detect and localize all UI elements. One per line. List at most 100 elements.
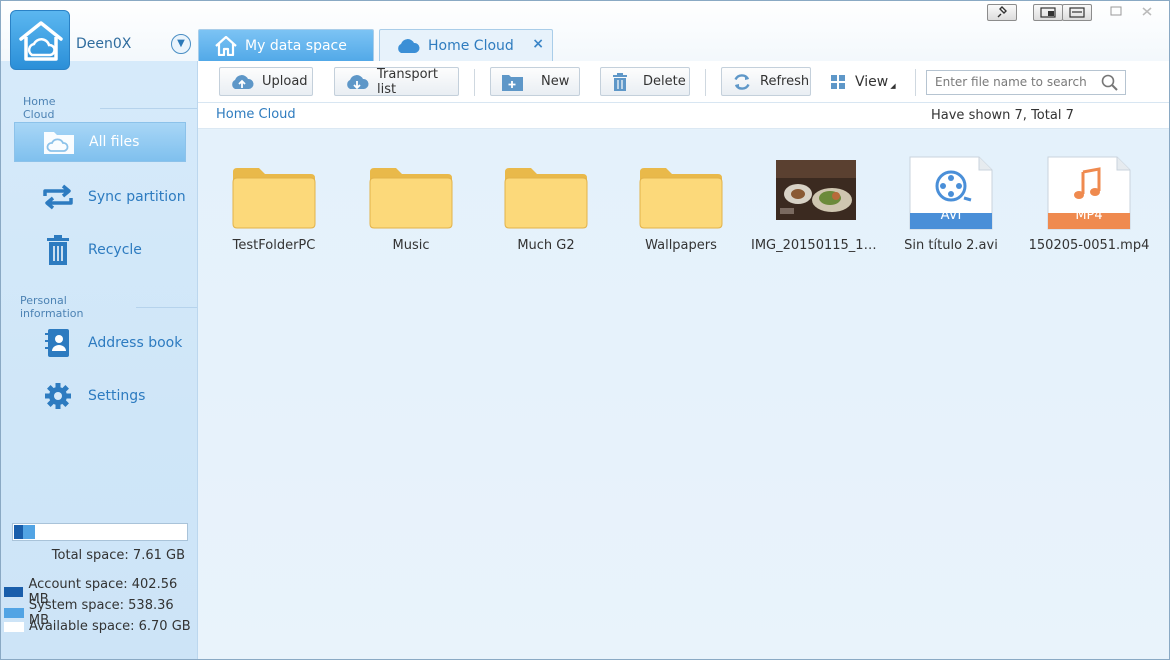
maximize-button[interactable] bbox=[1108, 4, 1126, 21]
skin-button[interactable] bbox=[1062, 4, 1092, 21]
file-item-image[interactable]: IMG_20150115_10... bbox=[751, 150, 881, 260]
legend-available-space: Available space: 6.70 GB bbox=[4, 619, 191, 634]
mini-window-icon bbox=[1040, 7, 1056, 18]
file-name: 150205-0051.mp4 bbox=[1028, 238, 1150, 253]
title-bar: Deen0X ▼ My data space Home Cloud × bbox=[1, 1, 1169, 70]
mp4-badge-label: MP4 bbox=[1075, 208, 1103, 223]
new-folder-button[interactable]: New bbox=[490, 67, 580, 96]
button-label: Upload bbox=[262, 74, 308, 89]
sidebar-item-sync-partition[interactable]: Sync partition bbox=[14, 177, 186, 217]
sync-icon bbox=[34, 184, 82, 210]
folder-icon bbox=[504, 168, 588, 229]
system-space-fill bbox=[23, 525, 35, 539]
sidebar-item-label: Recycle bbox=[88, 242, 142, 258]
trash-icon bbox=[34, 234, 82, 266]
legend-label: Available space: 6.70 GB bbox=[29, 619, 191, 634]
new-folder-icon bbox=[501, 72, 525, 92]
file-name: Much G2 bbox=[517, 238, 575, 253]
cloud-icon bbox=[396, 38, 420, 54]
sidebar-item-label: Settings bbox=[88, 388, 146, 404]
button-label: Delete bbox=[643, 74, 686, 89]
home-icon bbox=[215, 35, 237, 56]
transport-list-button[interactable]: Transport list bbox=[334, 66, 459, 97]
sidebar-item-address-book[interactable]: Address book bbox=[14, 323, 186, 363]
grid-view-icon bbox=[831, 74, 845, 89]
button-label: New bbox=[541, 74, 570, 89]
button-label: View bbox=[855, 73, 889, 90]
search-box bbox=[926, 70, 1126, 95]
storage-usage-bar bbox=[12, 523, 188, 541]
tab-label: Home Cloud bbox=[428, 37, 514, 54]
sidebar: Home Cloud All files Sync partition Recy… bbox=[1, 61, 198, 659]
section-divider bbox=[135, 306, 197, 308]
account-space-fill bbox=[14, 525, 23, 539]
system-swatch bbox=[4, 608, 24, 618]
sidebar-item-label: Sync partition bbox=[88, 189, 186, 205]
available-swatch bbox=[4, 621, 24, 632]
delete-button[interactable]: Delete bbox=[600, 67, 690, 96]
tab-label: My data space bbox=[245, 37, 347, 54]
section-divider bbox=[99, 107, 197, 109]
app-window: Deen0X ▼ My data space Home Cloud × Home… bbox=[0, 0, 1170, 660]
home-cloud-logo-icon bbox=[19, 21, 63, 61]
user-name: Deen0X bbox=[76, 36, 132, 52]
sidebar-item-all-files[interactable]: All files bbox=[14, 122, 186, 162]
breadcrumb-bar: Home Cloud Have shown 7, Total 7 bbox=[198, 103, 1169, 129]
toolbar-divider bbox=[705, 69, 706, 96]
view-mode-button[interactable]: View ◢ bbox=[831, 67, 896, 96]
search-input[interactable] bbox=[935, 71, 1103, 93]
skin-icon bbox=[1069, 7, 1085, 18]
search-icon[interactable] bbox=[1101, 74, 1119, 96]
sidebar-item-label: Address book bbox=[88, 335, 183, 351]
folder-icon bbox=[232, 168, 316, 229]
account-swatch bbox=[4, 587, 24, 597]
file-name: IMG_20150115_10... bbox=[751, 238, 881, 253]
toolbar-divider bbox=[915, 69, 916, 96]
tab-home-cloud[interactable]: Home Cloud × bbox=[379, 29, 553, 61]
toolbar: Upload Transport list New Delete Refresh… bbox=[198, 61, 1169, 103]
file-item-folder[interactable]: Much G2 bbox=[481, 150, 611, 260]
gear-icon bbox=[34, 381, 82, 411]
app-logo bbox=[10, 10, 70, 70]
upload-button[interactable]: Upload bbox=[219, 67, 313, 96]
address-book-icon bbox=[34, 328, 82, 358]
section-label: Personal information bbox=[20, 294, 84, 320]
file-name: Wallpapers bbox=[645, 238, 717, 253]
sidebar-item-settings[interactable]: Settings bbox=[14, 376, 186, 416]
file-item-folder[interactable]: TestFolderPC bbox=[209, 150, 339, 260]
file-item-folder[interactable]: Wallpapers bbox=[616, 150, 746, 260]
breadcrumb[interactable]: Home Cloud bbox=[216, 107, 296, 122]
button-label: Transport list bbox=[377, 66, 439, 97]
toolbar-divider bbox=[474, 69, 475, 96]
pin-icon bbox=[997, 6, 1007, 18]
maximize-icon bbox=[1110, 6, 1122, 16]
close-icon[interactable]: × bbox=[532, 36, 544, 52]
avi-badge-label: AVI bbox=[940, 208, 962, 223]
file-item-video[interactable]: AVI Sin título 2.avi bbox=[886, 150, 1016, 260]
total-space-label: Total space: 7.61 GB bbox=[51, 548, 185, 563]
pin-button[interactable] bbox=[987, 4, 1017, 21]
mini-mode-button[interactable] bbox=[1033, 4, 1063, 21]
folder-cloud-icon bbox=[35, 128, 83, 156]
chevron-down-icon: ▼ bbox=[177, 38, 185, 49]
folder-icon bbox=[369, 168, 453, 229]
refresh-icon bbox=[732, 72, 752, 92]
file-count-status: Have shown 7, Total 7 bbox=[931, 108, 1074, 123]
tab-my-data-space[interactable]: My data space bbox=[198, 29, 374, 61]
file-item-audio[interactable]: MP4 150205-0051.mp4 bbox=[1024, 150, 1154, 260]
file-name: Music bbox=[392, 238, 430, 253]
file-name: Sin título 2.avi bbox=[904, 238, 998, 253]
refresh-button[interactable]: Refresh bbox=[721, 67, 811, 96]
close-window-button[interactable] bbox=[1133, 4, 1163, 21]
dropdown-arrow-icon: ◢ bbox=[890, 81, 896, 90]
file-name: TestFolderPC bbox=[232, 238, 316, 253]
sidebar-section-personal: Personal information bbox=[20, 294, 197, 320]
section-label: Home Cloud bbox=[23, 95, 56, 121]
upload-cloud-icon bbox=[230, 73, 254, 91]
photo-thumbnail-icon bbox=[776, 160, 856, 220]
sidebar-section-home-cloud: Home Cloud bbox=[23, 95, 197, 121]
trash-icon bbox=[611, 72, 629, 92]
file-item-folder[interactable]: Music bbox=[346, 150, 476, 260]
user-menu-dropdown[interactable]: ▼ bbox=[171, 34, 191, 54]
sidebar-item-recycle[interactable]: Recycle bbox=[14, 230, 186, 270]
